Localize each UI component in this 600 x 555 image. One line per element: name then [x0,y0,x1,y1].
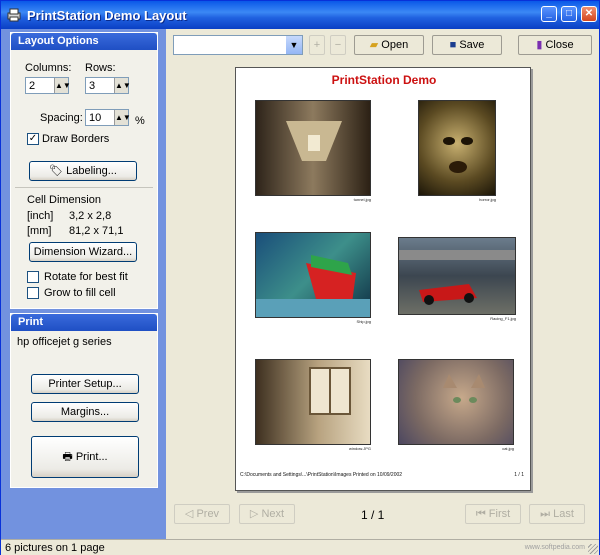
photo-ship[interactable] [255,232,371,318]
layout-options-header[interactable]: Layout Options [11,33,157,50]
print-group: Print hp officejet g series Printer Setu… [10,313,158,488]
arrow-left-icon: ◁ [184,508,197,520]
rotate-checkbox[interactable] [27,271,39,283]
columns-spin-icon[interactable]: ▲▼ [54,78,71,93]
layout-combo[interactable]: ▼ [173,35,303,55]
close-window-button[interactable]: ✕ [581,6,597,22]
save-button[interactable]: ■ Save [432,35,502,55]
remove-icon[interactable]: − [330,35,346,55]
labeling-button[interactable]: 🏷 Labeling... [29,161,137,181]
close-button[interactable]: ▮ Close [518,35,592,55]
printer-app-icon [7,8,21,22]
window-title: PrintStation Demo Layout [27,8,187,23]
printer-setup-button[interactable]: Printer Setup... [31,374,139,394]
spacing-spin-icon[interactable]: ▲▼ [114,110,131,125]
photo-window[interactable] [255,359,371,445]
page-indicator: 1 / 1 [361,508,385,522]
page-title: PrintStation Demo [331,73,437,87]
folder-icon: ▰ [369,39,382,51]
inch-unit: [inch] [27,210,54,222]
title-bar[interactable]: PrintStation Demo Layout _ □ ✕ [1,1,599,29]
status-text: 6 pictures on 1 page [5,542,105,554]
left-panel: Layout Options Columns: Rows: 2 ▲▼ 3 ▲▼ … [1,29,166,539]
photo-tunnel[interactable] [255,100,371,196]
caption-5: window.JPG [348,446,371,451]
grow-label[interactable]: Grow to fill cell [44,287,116,299]
caption-3: Ship.jpg [356,319,371,324]
open-button[interactable]: ▰ Open [354,35,424,55]
rows-value: 3 [89,80,96,92]
rows-spin-icon[interactable]: ▲▼ [114,78,131,93]
app-window: PrintStation Demo Layout _ □ ✕ Layout Op… [0,0,600,555]
caption-1: tunnel.jpg [353,197,371,202]
first-page-icon: ⏮ [475,508,489,520]
photo-cat[interactable] [398,359,514,445]
next-button[interactable]: ▷ Next [239,504,295,524]
spacing-label: Spacing: [40,112,83,124]
caption-4: Racing_F1.jpg [490,316,516,321]
cell-dimension-label: Cell Dimension [27,194,101,206]
page-footer-path: C:\Documents and Settings\...\PrintStati… [240,472,403,478]
dimension-wizard-button[interactable]: Dimension Wizard... [29,242,137,262]
toolbar: ▼ + − ▰ Open ■ Save ▮ Close [166,29,599,61]
printer-icon: 🖶 [62,451,76,463]
print-button[interactable]: 🖶 Print... [31,436,139,478]
columns-stepper[interactable]: 2 ▲▼ [25,77,71,94]
watermark: www.softpedia.com [524,544,585,551]
printer-name: hp officejet g series [17,336,112,348]
preview-area: PrintStation Demo tunnel.jpg horror.jpg [166,61,599,539]
caption-6: cat.jpg [502,446,514,451]
last-button[interactable]: ⏭ Last [529,504,585,524]
last-page-icon: ⏭ [540,508,554,520]
columns-value: 2 [29,80,36,92]
spacing-stepper[interactable]: 10 ▲▼ [85,109,131,126]
caption-2: horror.jpg [479,197,496,202]
status-bar: 6 pictures on 1 page www.softpedia.com [1,539,599,555]
page-footer-number: 1 / 1 [514,472,524,478]
arrow-right-icon: ▷ [249,508,262,520]
rows-stepper[interactable]: 3 ▲▼ [85,77,131,94]
rows-label: Rows: [85,62,116,74]
print-header[interactable]: Print [11,314,157,331]
grow-checkbox[interactable] [27,287,39,299]
tag-icon: 🏷 [49,165,67,177]
draw-borders-checkbox[interactable]: ✓ [27,133,39,145]
photo-racing[interactable] [398,237,516,315]
draw-borders-label[interactable]: Draw Borders [42,133,109,145]
margins-button[interactable]: Margins... [31,402,139,422]
rotate-label[interactable]: Rotate for best fit [44,271,128,283]
spacing-unit: % [135,115,145,127]
layout-options-group: Layout Options Columns: Rows: 2 ▲▼ 3 ▲▼ … [10,32,158,309]
columns-label: Columns: [25,62,72,74]
spacing-value: 10 [89,112,102,124]
page-preview[interactable]: PrintStation Demo tunnel.jpg horror.jpg [235,67,531,491]
minimize-button[interactable]: _ [541,6,557,22]
maximize-button[interactable]: □ [561,6,577,22]
chevron-down-icon[interactable]: ▼ [286,36,302,54]
inch-value: 3,2 x 2,8 [69,210,112,222]
photo-horror[interactable] [418,100,496,196]
prev-button[interactable]: ◁ Prev [174,504,230,524]
mm-value: 81,2 x 71,1 [69,225,124,237]
divider [15,187,153,188]
resize-grip-icon[interactable] [588,544,598,554]
floppy-icon: ■ [449,39,460,51]
first-button[interactable]: ⏮ First [465,504,521,524]
add-icon[interactable]: + [309,35,325,55]
mm-unit: [mm] [27,225,52,237]
